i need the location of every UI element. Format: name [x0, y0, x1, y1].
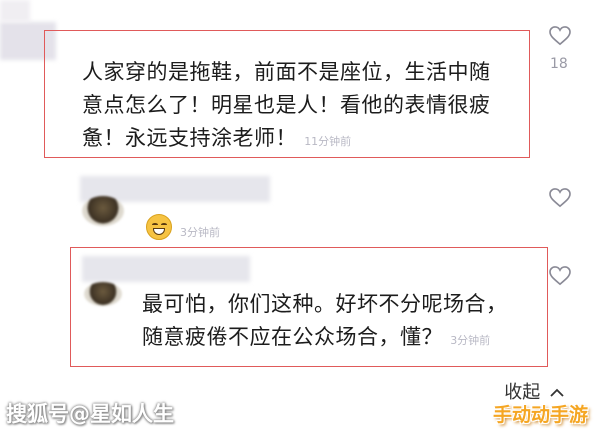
comment-3-time: 3分钟前	[450, 334, 491, 347]
comment-1-line-2: 意点怎么了！明星也是人！看他的表情很疲	[82, 93, 491, 117]
avatar[interactable]	[82, 196, 124, 226]
like-heart-icon[interactable]	[549, 266, 571, 286]
like-heart-icon[interactable]	[549, 188, 571, 208]
comment-1-line-1: 人家穿的是拖鞋，前面不是座位，生活中随	[82, 60, 491, 84]
comment-3-text: 最可怕，你们这种。好坏不分呢场合， 随意疲倦不应在公众场合，懂？ 3分钟前	[142, 288, 542, 357]
comment-3-line-1: 最可怕，你们这种。好坏不分呢场合，	[142, 292, 508, 316]
smile-emoji-icon	[146, 214, 172, 240]
blurred-username	[0, 0, 30, 22]
chevron-up-icon	[550, 388, 564, 397]
comment-3-line-2: 随意疲倦不应在公众场合，懂？	[142, 325, 443, 349]
watermark-logo: 手动动手游	[492, 404, 588, 426]
comment-1-time: 11分钟前	[304, 135, 352, 148]
like-heart-icon[interactable]	[549, 26, 571, 46]
comment-1-text: 人家穿的是拖鞋，前面不是座位，生活中随 意点怎么了！明星也是人！看他的表情很疲 …	[82, 56, 532, 158]
comment-2-time: 3分钟前	[180, 226, 220, 239]
blurred-username	[82, 256, 250, 282]
avatar[interactable]	[84, 282, 122, 306]
like-count: 18	[550, 56, 568, 72]
comment-1-line-3: 惫！永远支持涂老师！	[82, 126, 297, 150]
watermark-source: 搜狐号@星如人生	[6, 402, 174, 426]
